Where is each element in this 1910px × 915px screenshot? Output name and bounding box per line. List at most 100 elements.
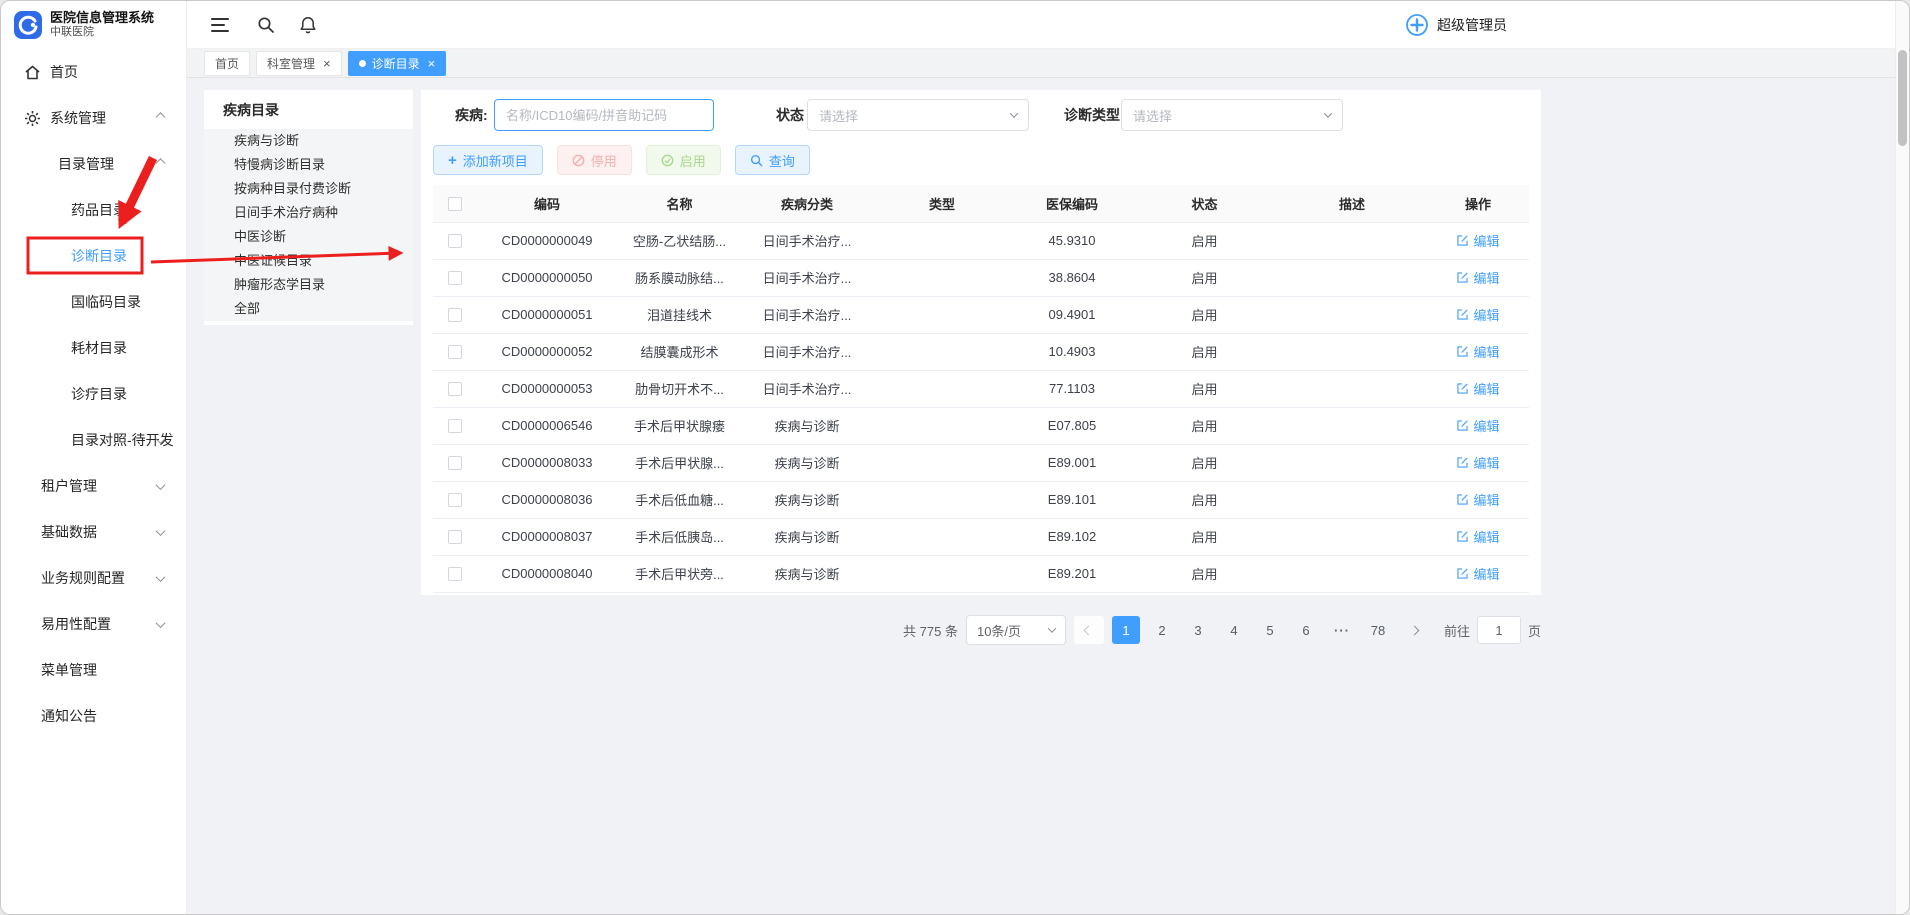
edit-button[interactable]: 编辑 [1456,342,1499,361]
edit-button[interactable]: 编辑 [1456,490,1499,509]
diagnosis-type-select[interactable]: 请选择 [1121,99,1343,131]
row-checkbox[interactable] [448,382,462,396]
user-menu[interactable]: 超级管理员 [1405,1,1507,49]
catalog-item-tumor-morphology[interactable]: 肿瘤形态学目录 [204,273,413,297]
sidebar-item-notice[interactable]: 通知公告 [1,693,186,739]
query-button[interactable]: 查询 [735,145,810,175]
page-button-1[interactable]: 1 [1112,616,1140,644]
enable-button[interactable]: 启用 [646,145,721,175]
goto-label: 前往 [1444,621,1470,640]
catalog-item-pay-by-disease[interactable]: 按病种目录付费诊断 [204,177,413,201]
tab-label: 科室管理 [267,55,315,72]
sidebar-item-menu-mgmt[interactable]: 菜单管理 [1,647,186,693]
goto-unit-label: 页 [1528,621,1541,640]
app-logo-icon [13,10,43,40]
page-button-6[interactable]: 6 [1292,616,1320,644]
disease-filter-label: 疾病: [455,99,488,131]
sidebar-item-business-rules[interactable]: 业务规则配置 [1,555,186,601]
sidebar-item-diagnosis-catalog[interactable]: 诊断目录 [1,233,186,279]
row-checkbox[interactable] [448,419,462,433]
edit-button[interactable]: 编辑 [1456,379,1499,398]
edit-button[interactable]: 编辑 [1456,305,1499,324]
row-checkbox[interactable] [448,567,462,581]
chevron-down-icon [156,526,166,536]
sidebar-item-catalog-mgmt[interactable]: 目录管理 [1,141,186,187]
status-select-placeholder: 请选择 [819,106,858,125]
row-checkbox[interactable] [448,530,462,544]
page-button-3[interactable]: 3 [1184,616,1212,644]
next-page-button[interactable] [1400,616,1430,644]
table-row: CD0000008037 手术后低胰岛... 疾病与诊断 E89.102 启用 … [433,518,1529,555]
medical-cross-icon [1405,13,1429,37]
close-icon[interactable]: × [323,57,331,70]
app-window: 医院信息管理系统 中联医院 首页 系统管理 目录管理 [0,0,1910,915]
table-header-row: 编码 名称 疾病分类 类型 医保编码 状态 描述 操作 [433,185,1529,222]
disease-catalog-panel: 疾病目录 疾病与诊断 特慢病诊断目录 按病种目录付费诊断 日间手术治疗病种 中医… [204,90,413,325]
row-checkbox[interactable] [448,493,462,507]
edit-button[interactable]: 编辑 [1456,231,1499,250]
row-checkbox[interactable] [448,271,462,285]
row-checkbox[interactable] [448,456,462,470]
edit-button[interactable]: 编辑 [1456,564,1499,583]
page-button-last[interactable]: 78 [1364,616,1392,644]
vertical-scrollbar[interactable] [1895,1,1909,914]
edit-button[interactable]: 编辑 [1456,527,1499,546]
edit-icon [1456,234,1469,247]
toolbar: + 添加新项目 停用 启用 查询 [433,145,810,175]
select-all-checkbox[interactable] [448,197,462,211]
prev-page-button[interactable] [1074,616,1104,644]
goto-page-input[interactable] [1477,616,1521,644]
sidebar-item-label: 诊断目录 [71,246,127,266]
sidebar-item-label: 诊疗目录 [71,384,127,404]
sidebar-item-base-data[interactable]: 基础数据 [1,509,186,555]
catalog-item-day-surgery[interactable]: 日间手术治疗病种 [204,201,413,225]
edit-button[interactable]: 编辑 [1456,416,1499,435]
disease-search-input-field[interactable] [506,108,702,123]
more-pages-button[interactable]: ··· [1328,616,1356,644]
sidebar-item-national-code-catalog[interactable]: 国临码目录 [1,279,186,325]
catalog-item-all[interactable]: 全部 [204,297,413,321]
row-checkbox[interactable] [448,234,462,248]
collapse-menu-icon[interactable] [211,17,229,33]
sidebar-item-usability-config[interactable]: 易用性配置 [1,601,186,647]
table-row: CD0000000051 泪道挂线术 日间手术治疗... 09.4901 启用 … [433,296,1529,333]
sidebar-item-catalog-mapping[interactable]: 目录对照-待开发 [1,417,186,463]
disease-search-input[interactable] [494,99,714,131]
edit-button[interactable]: 编辑 [1456,453,1499,472]
sidebar-item-drug-catalog[interactable]: 药品目录 [1,187,186,233]
sidebar-item-home[interactable]: 首页 [1,49,186,95]
sidebar-item-label: 耗材目录 [71,338,127,358]
page-size-select[interactable]: 10条/页 [966,615,1066,645]
catalog-list: 疾病与诊断 特慢病诊断目录 按病种目录付费诊断 日间手术治疗病种 中医诊断 中医… [204,129,413,321]
sidebar-item-system-mgmt[interactable]: 系统管理 [1,95,186,141]
catalog-item-chronic-disease[interactable]: 特慢病诊断目录 [204,153,413,177]
close-icon[interactable]: × [428,57,436,70]
catalog-item-disease-diagnosis[interactable]: 疾病与诊断 [204,129,413,153]
edit-icon [1456,308,1469,321]
search-icon[interactable] [257,16,275,34]
disable-button[interactable]: 停用 [557,145,632,175]
edit-icon [1456,456,1469,469]
tab-department-mgmt[interactable]: 科室管理 × [256,51,342,76]
page-button-5[interactable]: 5 [1256,616,1284,644]
catalog-item-tcm-syndrome[interactable]: 中医证候目录 [204,249,413,273]
edit-button[interactable]: 编辑 [1456,268,1499,287]
sidebar-item-label: 通知公告 [41,706,97,726]
add-item-button[interactable]: + 添加新项目 [433,145,543,175]
tab-diagnosis-catalog[interactable]: 诊断目录 × [348,51,447,76]
page-button-2[interactable]: 2 [1148,616,1176,644]
sidebar-item-treatment-catalog[interactable]: 诊疗目录 [1,371,186,417]
scrollbar-thumb[interactable] [1898,50,1907,146]
catalog-item-tcm-diagnosis[interactable]: 中医诊断 [204,225,413,249]
status-select[interactable]: 请选择 [807,99,1029,131]
tab-home[interactable]: 首页 [204,51,250,76]
sidebar-item-tenant-mgmt[interactable]: 租户管理 [1,463,186,509]
page-button-4[interactable]: 4 [1220,616,1248,644]
bell-icon[interactable] [299,16,317,34]
chevron-down-icon [156,572,166,582]
row-checkbox[interactable] [448,308,462,322]
sidebar-item-consumables-catalog[interactable]: 耗材目录 [1,325,186,371]
edit-icon [1456,419,1469,432]
topbar: 超级管理员 [187,1,1897,49]
row-checkbox[interactable] [448,345,462,359]
